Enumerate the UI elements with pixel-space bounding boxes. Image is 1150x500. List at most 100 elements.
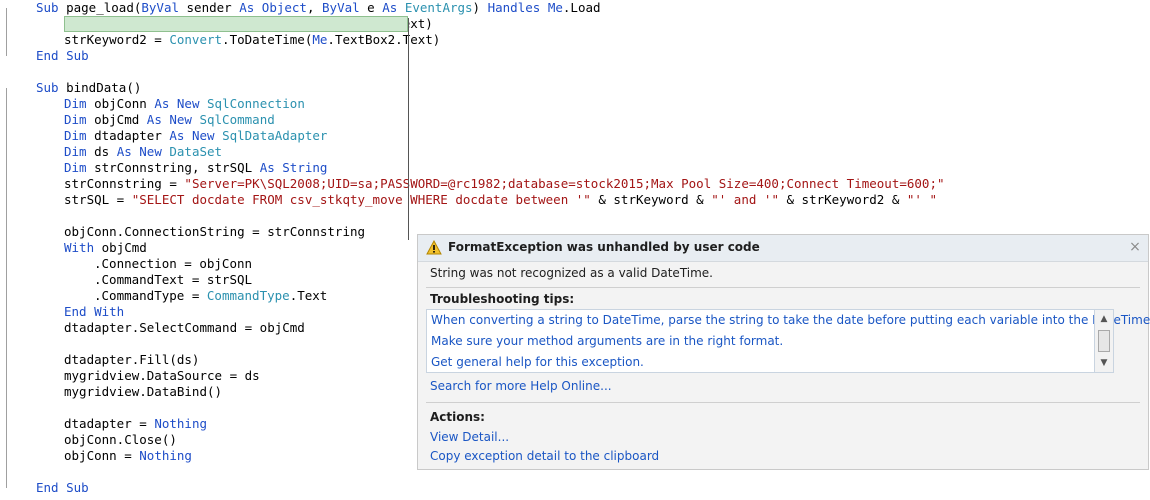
code-token: Dim <box>64 96 95 111</box>
code-token: Dim <box>64 144 95 159</box>
exception-header: FormatException was unhandled by user co… <box>418 235 1148 262</box>
close-icon[interactable]: × <box>1129 239 1141 255</box>
tips-scrollbar[interactable]: ▲ ▼ <box>1094 309 1114 373</box>
code-token: objConn.ConnectionString = strConnstring <box>64 224 366 239</box>
code-token: & strKeyword2 & <box>778 192 907 207</box>
code-token: As <box>382 0 405 15</box>
code-line: mygridview.DataBind() <box>64 384 222 400</box>
code-token: Nothing <box>139 448 192 463</box>
scroll-down-icon[interactable]: ▼ <box>1095 356 1113 370</box>
code-token: Dim <box>64 112 95 127</box>
code-line: dtadapter.Fill(ds) <box>64 352 199 368</box>
troubleshooting-tips-list: When converting a string to DateTime, pa… <box>426 309 1150 373</box>
code-line: .CommandText = strSQL <box>94 272 252 288</box>
code-token: As <box>239 0 262 15</box>
code-token: sender <box>186 0 240 15</box>
code-line: strSQL = "SELECT docdate FROM csv_stkqty… <box>64 192 937 208</box>
code-line: objConn.ConnectionString = strConnstring <box>64 224 365 240</box>
fold-line <box>6 88 7 488</box>
code-token: objCmd <box>101 240 147 255</box>
code-token: End With <box>64 304 125 319</box>
code-token: Me <box>547 0 563 15</box>
code-line: .Connection = objConn <box>94 256 252 272</box>
code-line: End With <box>64 304 124 320</box>
actions-heading: Actions: <box>430 410 485 424</box>
code-token: End Sub <box>36 48 89 63</box>
code-token: strConnstring = <box>64 176 185 191</box>
code-token: "SELECT docdate FROM csv_stkqty_move WHE… <box>131 192 591 207</box>
code-token: , <box>306 0 323 15</box>
code-token: .TextBox2.Text) <box>327 32 441 47</box>
tip-link[interactable]: When converting a string to DateTime, pa… <box>431 313 1150 327</box>
code-token: objConn.Close() <box>64 432 177 447</box>
code-token: .Load <box>562 0 601 15</box>
tip-link[interactable]: Get general help for this exception. <box>431 355 644 369</box>
copy-exception-link[interactable]: Copy exception detail to the clipboard <box>430 449 659 463</box>
code-token: ByVal <box>141 0 187 15</box>
scroll-up-icon[interactable]: ▲ <box>1095 312 1113 326</box>
code-token: strConnstring, strSQL <box>94 160 260 175</box>
code-token: "Server=PK\SQL2008;UID=sa;PASSWORD=@rc19… <box>184 176 945 191</box>
code-token: Nothing <box>154 416 207 431</box>
code-token: Handles <box>487 0 548 15</box>
code-token: mygridview.DataSource = ds <box>64 368 260 383</box>
code-token: dtadapter.SelectCommand = objCmd <box>64 320 305 335</box>
code-line: End Sub <box>36 480 89 496</box>
divider <box>426 287 1140 288</box>
scroll-thumb[interactable] <box>1098 330 1110 352</box>
code-token: EventArgs <box>404 0 473 15</box>
code-line: .CommandType = CommandType.Text <box>94 288 327 304</box>
code-token: Object <box>261 0 307 15</box>
code-token: As New <box>169 128 223 143</box>
code-line: dtadapter.SelectCommand = objCmd <box>64 320 305 336</box>
code-token: Sub <box>36 80 67 95</box>
code-line: strConnstring = "Server=PK\SQL2008;UID=s… <box>64 176 945 192</box>
code-token: "' " <box>906 192 938 207</box>
code-token: & strKeyword & <box>590 192 712 207</box>
code-token: strKeyword2 = <box>64 32 170 47</box>
warning-icon <box>426 240 442 255</box>
code-token: As New <box>154 96 208 111</box>
code-line: End Sub <box>36 48 89 64</box>
code-line: Dim ds As New DataSet <box>64 144 222 160</box>
code-token: Convert <box>169 32 223 47</box>
code-token: .Text <box>289 288 328 303</box>
code-token: "' and '" <box>711 192 779 207</box>
code-line: strKeyword2 = Convert.ToDateTime(Me.Text… <box>64 32 440 48</box>
code-line: mygridview.DataSource = ds <box>64 368 260 384</box>
code-token: DataSet <box>169 144 223 159</box>
code-line: Sub page_load(ByVal sender As Object, By… <box>36 0 601 16</box>
code-line: objConn = Nothing <box>64 448 192 464</box>
code-line: Dim dtadapter As New SqlDataAdapter <box>64 128 327 144</box>
code-token: As New <box>116 144 170 159</box>
code-token: objCmd <box>94 112 147 127</box>
code-token: objConn = <box>64 448 140 463</box>
code-token: ) <box>472 0 488 15</box>
code-token: .CommandType = <box>94 288 207 303</box>
code-token: SqlDataAdapter <box>222 128 328 143</box>
code-token: As <box>259 160 283 175</box>
code-line: Dim objConn As New SqlConnection <box>64 96 305 112</box>
code-token: Sub <box>36 0 67 15</box>
code-token: Dim <box>64 160 95 175</box>
code-token: .CommandText = strSQL <box>94 272 253 287</box>
code-token: mygridview.DataBind() <box>64 384 223 399</box>
code-token: dtadapter.Fill(ds) <box>64 352 200 367</box>
tip-link[interactable]: Make sure your method arguments are in t… <box>431 334 783 348</box>
code-line: Dim objCmd As New SqlCommand <box>64 112 275 128</box>
code-token: strSQL = <box>64 192 132 207</box>
code-token: SqlConnection <box>207 96 305 111</box>
code-token: As New <box>146 112 200 127</box>
code-token: .ToDateTime( <box>222 32 313 47</box>
code-line: Dim strConnstring, strSQL As String <box>64 160 327 176</box>
code-token: With <box>64 240 102 255</box>
search-help-online-link[interactable]: Search for more Help Online... <box>430 379 612 393</box>
code-token: dtadapter <box>94 128 170 143</box>
code-line: Sub bindData() <box>36 80 141 96</box>
code-token: objConn <box>94 96 155 111</box>
fold-line <box>6 8 7 56</box>
code-token: ByVal <box>322 0 368 15</box>
view-detail-link[interactable]: View Detail... <box>430 430 509 444</box>
code-line: With objCmd <box>64 240 147 256</box>
code-token: Me <box>312 32 328 47</box>
